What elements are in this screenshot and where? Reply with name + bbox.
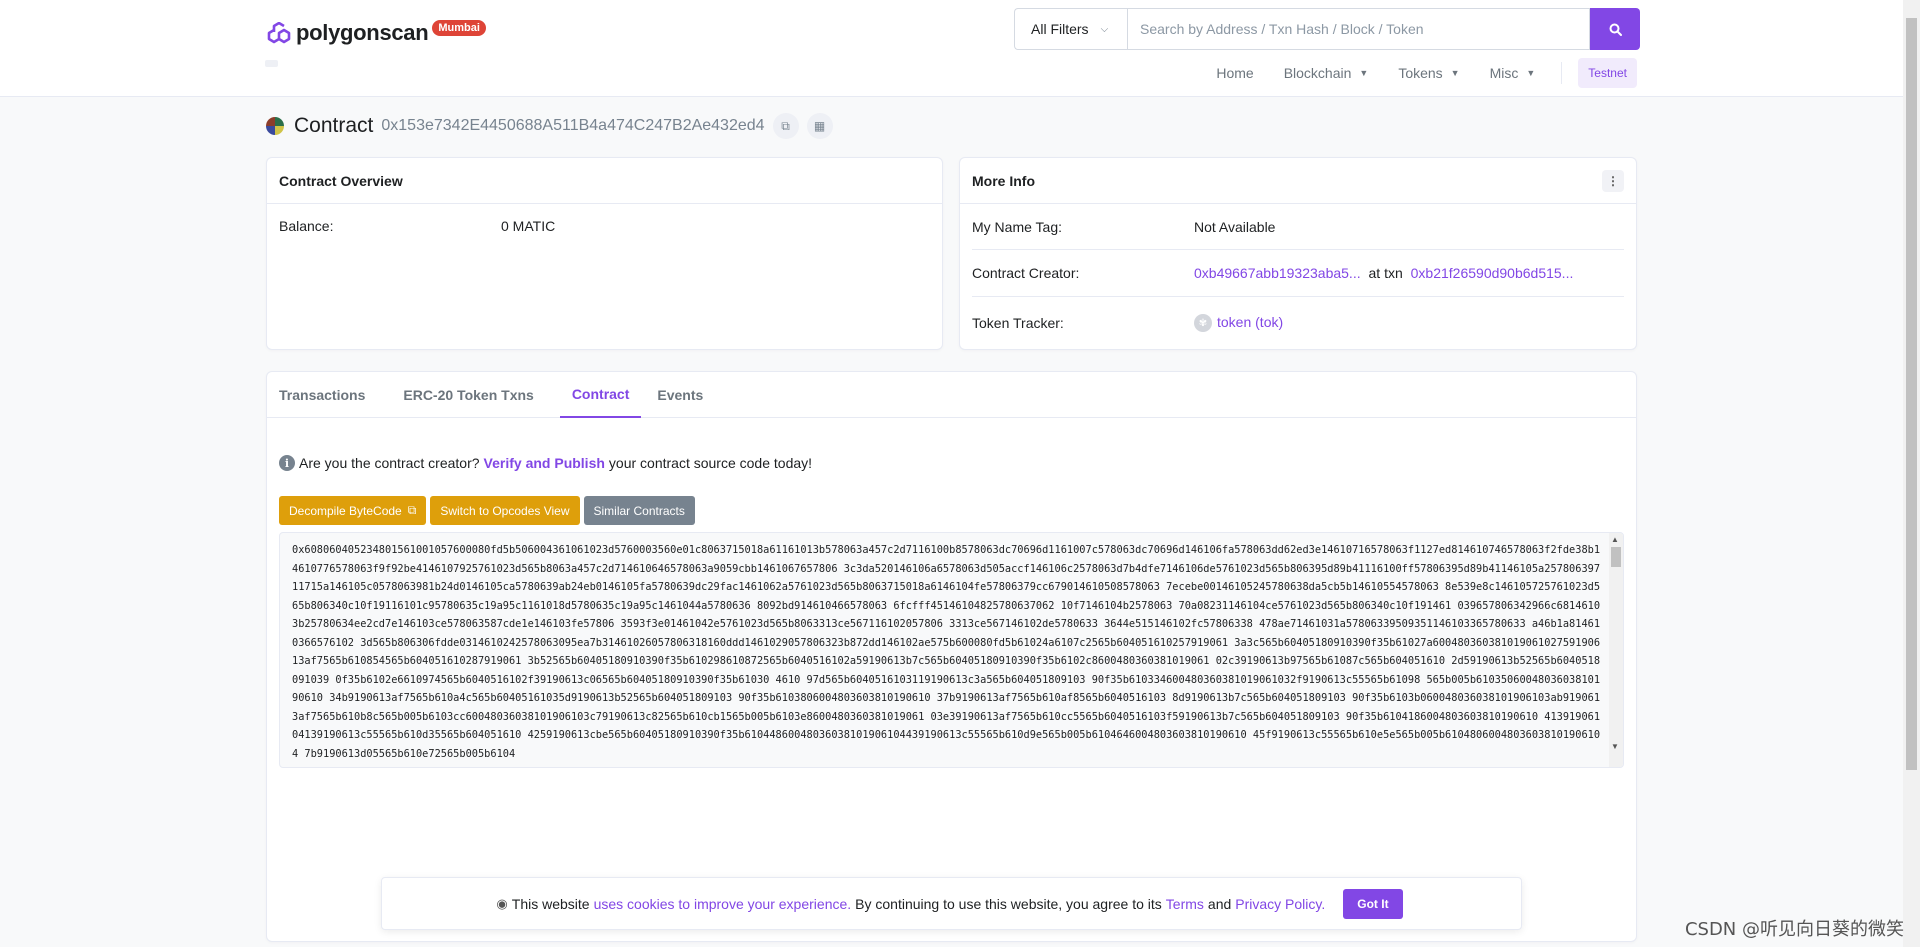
- nav-misc[interactable]: Misc ▼: [1490, 65, 1536, 81]
- copy-address-button[interactable]: ⧉: [772, 113, 799, 139]
- nav-tokens-label: Tokens: [1398, 65, 1443, 81]
- tab-events[interactable]: Events: [645, 372, 715, 418]
- got-it-button[interactable]: Got It: [1343, 888, 1403, 919]
- bytecode-box[interactable]: 0x608060405234801561001057600080fd5b5060…: [279, 532, 1624, 768]
- logo[interactable]: polygonscan Mumbai: [266, 20, 486, 46]
- verify-notice: i Are you the contract creator? Verify a…: [279, 455, 812, 471]
- similar-contracts-button[interactable]: Similar Contracts: [583, 496, 695, 525]
- decompile-bytecode-button[interactable]: Decompile ByteCode ⧉: [279, 496, 427, 525]
- balance-row: Balance: 0 MATIC: [267, 204, 942, 248]
- search-input[interactable]: [1127, 8, 1590, 50]
- tab-transactions[interactable]: Transactions: [267, 372, 377, 418]
- tab-bar: Transactions ERC-20 Token Txns Contract …: [267, 372, 1636, 418]
- page-scroll-thumb[interactable]: [1906, 18, 1917, 770]
- name-tag-label: My Name Tag:: [972, 218, 1062, 235]
- qr-code-icon: ▦: [813, 119, 826, 133]
- contract-address: 0x153e7342E4450688A511B4a474C247B2Ae432e…: [381, 117, 765, 134]
- filter-select-label: All Filters: [1031, 21, 1089, 37]
- network-badge: Mumbai: [432, 20, 486, 36]
- contract-creator-row: Contract Creator: 0xb49667abb19323aba5..…: [972, 250, 1624, 297]
- external-link-icon: ⧉: [407, 503, 417, 517]
- copy-icon: ⧉: [781, 118, 790, 133]
- contract-identicon: [266, 117, 284, 135]
- name-tag-row: My Name Tag: Not Available: [972, 204, 1624, 250]
- at-txn-label: at txn: [1368, 265, 1403, 281]
- contract-creator-value: 0xb49667abb19323aba5... at txn 0xb21f265…: [1194, 265, 1573, 281]
- search-bar: All Filters ⌵: [1014, 8, 1640, 50]
- tabs-card: Transactions ERC-20 Token Txns Contract …: [266, 371, 1637, 942]
- filter-select[interactable]: All Filters ⌵: [1014, 8, 1127, 50]
- notice-suffix: your contract source code today!: [608, 455, 813, 471]
- contract-overview-card: Contract Overview Balance: 0 MATIC: [266, 157, 943, 350]
- nav-divider: [1561, 62, 1563, 84]
- watermark: CSDN @听见向日葵的微笑: [1684, 919, 1904, 940]
- polygon-logo-icon: [266, 22, 292, 44]
- nav-tokens[interactable]: Tokens ▼: [1398, 65, 1459, 81]
- balance-value: 0 MATIC: [501, 218, 556, 234]
- notice-prefix: Are you the contract creator?: [299, 455, 480, 471]
- nav-home-label: Home: [1216, 65, 1254, 81]
- bytecode-scroll-thumb[interactable]: [1611, 547, 1621, 567]
- page-title-text: Contract: [294, 114, 374, 137]
- more-info-card: More Info ⋮ My Name Tag: Not Available C…: [959, 157, 1637, 350]
- token-tracker-row: Token Tracker: ✾ token (tok): [972, 297, 1624, 349]
- qr-code-button[interactable]: ▦: [806, 113, 833, 139]
- contract-overview-header: Contract Overview: [267, 158, 942, 204]
- contract-creator-label: Contract Creator:: [972, 265, 1080, 281]
- scroll-up-arrow-icon[interactable]: ▲: [1611, 535, 1619, 544]
- more-info-title: More Info: [972, 172, 1035, 189]
- token-tracker-value: ✾ token (tok): [1194, 314, 1283, 333]
- token-tracker-label: Token Tracker:: [972, 315, 1064, 331]
- chevron-down-icon: ▼: [1450, 68, 1460, 78]
- info-icon: i: [279, 455, 295, 471]
- more-options-button[interactable]: ⋮: [1602, 169, 1624, 192]
- terms-link[interactable]: Terms: [1166, 896, 1204, 912]
- decompile-bytecode-label: Decompile ByteCode: [289, 503, 402, 518]
- vertical-dots-icon: ⋮: [1607, 173, 1619, 188]
- balance-label: Balance:: [279, 218, 334, 234]
- cookie-banner: ◉ This website uses cookies to improve y…: [381, 877, 1522, 930]
- nav-blockchain-label: Blockchain: [1283, 65, 1352, 81]
- creator-txn-link[interactable]: 0xb21f26590d90b6d515...: [1411, 265, 1574, 281]
- bytecode-actions: Decompile ByteCode ⧉ Switch to Opcodes V…: [279, 496, 699, 525]
- tab-contract[interactable]: Contract: [559, 372, 642, 418]
- testnet-button[interactable]: Testnet: [1578, 58, 1637, 88]
- privacy-policy-link[interactable]: Privacy Policy.: [1235, 896, 1325, 912]
- bytecode-scrollbar[interactable]: ▲ ▼: [1609, 533, 1623, 767]
- more-info-header: More Info ⋮: [960, 158, 1636, 204]
- chevron-down-icon: ▼: [1359, 68, 1369, 78]
- search-icon: [1609, 23, 1622, 36]
- scroll-down-arrow-icon[interactable]: ▼: [1611, 742, 1619, 751]
- chevron-down-icon: ▼: [1526, 68, 1536, 78]
- logo-text: polygonscan: [296, 20, 429, 45]
- logo-sub-placeholder: [265, 60, 278, 67]
- page-scrollbar[interactable]: [1903, 0, 1920, 947]
- chevron-down-icon: ⌵: [1100, 23, 1109, 35]
- cookie-text-3: and: [1207, 895, 1232, 912]
- nav-blockchain[interactable]: Blockchain ▼: [1284, 65, 1369, 81]
- creator-address-link[interactable]: 0xb49667abb19323aba5...: [1194, 265, 1361, 281]
- search-button[interactable]: [1590, 8, 1640, 50]
- token-icon: ✾: [1194, 314, 1212, 333]
- cookie-text-1: This website: [511, 895, 590, 912]
- cookie-policy-link[interactable]: uses cookies to improve your experience.: [594, 896, 852, 912]
- page-title: Contract 0x153e7342E4450688A511B4a474C24…: [266, 112, 833, 140]
- bytecode-text: 0x608060405234801561001057600080fd5b5060…: [292, 544, 1601, 760]
- cookie-text-2: By continuing to use this website, you a…: [855, 895, 1162, 912]
- token-tracker-link[interactable]: token (tok): [1217, 314, 1283, 330]
- nav-misc-label: Misc: [1489, 65, 1519, 81]
- contract-overview-title: Contract Overview: [279, 172, 403, 189]
- cookie-icon: ◉: [496, 895, 508, 911]
- main-nav: Home Blockchain ▼ Tokens ▼ Misc ▼ Testnet: [1186, 57, 1637, 89]
- name-tag-value: Not Available: [1194, 218, 1276, 235]
- nav-home[interactable]: Home: [1216, 65, 1253, 81]
- site-header: polygonscan Mumbai All Filters ⌵ Home Bl…: [0, 0, 1903, 97]
- tab-erc20-token-txns[interactable]: ERC-20 Token Txns: [391, 372, 545, 418]
- verify-publish-link[interactable]: Verify and Publish: [484, 455, 605, 471]
- switch-opcodes-button[interactable]: Switch to Opcodes View: [430, 496, 580, 525]
